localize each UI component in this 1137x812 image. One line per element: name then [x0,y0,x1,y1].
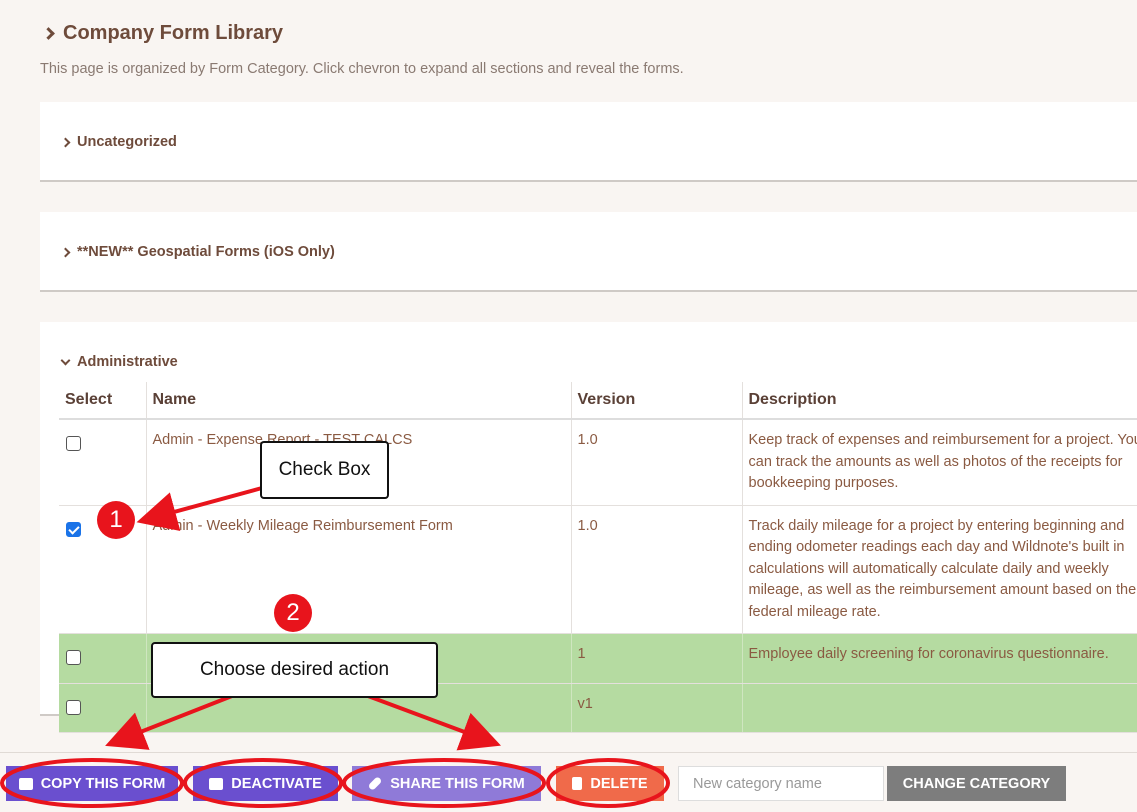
category-toggle-administrative[interactable]: Administrative [60,354,178,370]
trash-icon [572,777,583,790]
share-form-button[interactable]: SHARE THIS FORM [352,766,541,801]
copy-form-button[interactable]: COPY THIS FORM [6,766,178,801]
row-select-checkbox[interactable] [66,436,81,451]
column-header-name[interactable]: Name [146,382,572,420]
new-category-input[interactable] [678,766,884,801]
chevron-right-icon [60,247,71,257]
row-select-checkbox[interactable] [66,521,81,537]
category-label: **NEW** Geospatial Forms (iOS Only) [77,244,335,260]
category-label: Uncategorized [77,134,177,150]
category-toggle-uncategorized[interactable]: Uncategorized [60,134,177,150]
row-select-checkbox[interactable] [66,699,81,715]
form-version: v1 [571,683,743,733]
table-row: Admin - Weekly Mileage Reimbursement For… [59,505,1137,634]
row-select-checkbox[interactable] [66,650,81,665]
category-card-uncategorized: Uncategorized [40,102,1137,182]
form-description [742,683,1137,733]
copy-icon [18,777,33,790]
page-subtitle: This page is organized by Form Category.… [40,61,684,77]
page-title-text: Company Form Library [63,22,284,44]
deactivate-button[interactable]: DEACTIVATE [193,766,338,801]
briefcase-icon [209,777,224,790]
share-form-label: SHARE THIS FORM [390,775,525,792]
copy-form-label: COPY THIS FORM [40,775,166,792]
column-header-description[interactable]: Description [742,382,1137,420]
callout-check-box: Check Box [260,441,389,499]
column-header-version[interactable]: Version [571,382,743,420]
form-name[interactable]: Admin - Weekly Mileage Reimbursement For… [146,505,572,634]
form-description: Keep track of expenses and reimbursement… [742,419,1137,506]
callout-choose-action: Choose desired action [151,642,438,698]
delete-button[interactable]: DELETE [556,766,664,801]
form-description: Employee daily screening for coronavirus… [742,633,1137,684]
category-toggle-geospatial[interactable]: **NEW** Geospatial Forms (iOS Only) [60,244,335,260]
link-icon [367,776,383,791]
column-header-select: Select [59,382,147,420]
page-title[interactable]: Company Form Library [42,22,284,45]
chevron-down-icon [60,355,71,365]
form-version: 1.0 [571,419,743,506]
step-badge-1: 1 [97,501,135,539]
table-row: Admin - Expense Report - TEST CALCS 1.0 … [59,419,1137,506]
chevron-right-icon [42,27,55,40]
change-category-label: CHANGE CATEGORY [902,775,1051,792]
step-badge-2: 2 [274,594,312,632]
deactivate-label: DEACTIVATE [231,775,322,792]
form-version: 1.0 [571,505,743,634]
form-description: Track daily mileage for a project by ent… [742,505,1137,634]
chevron-right-icon [60,137,71,147]
form-version: 1 [571,633,743,684]
category-label: Administrative [77,354,178,370]
callout-choose-action-text: Choose desired action [199,659,390,680]
delete-label: DELETE [590,775,648,792]
callout-check-box-text: Check Box [278,459,371,480]
change-category-button[interactable]: CHANGE CATEGORY [887,766,1066,801]
category-card-geospatial: **NEW** Geospatial Forms (iOS Only) [40,212,1137,292]
